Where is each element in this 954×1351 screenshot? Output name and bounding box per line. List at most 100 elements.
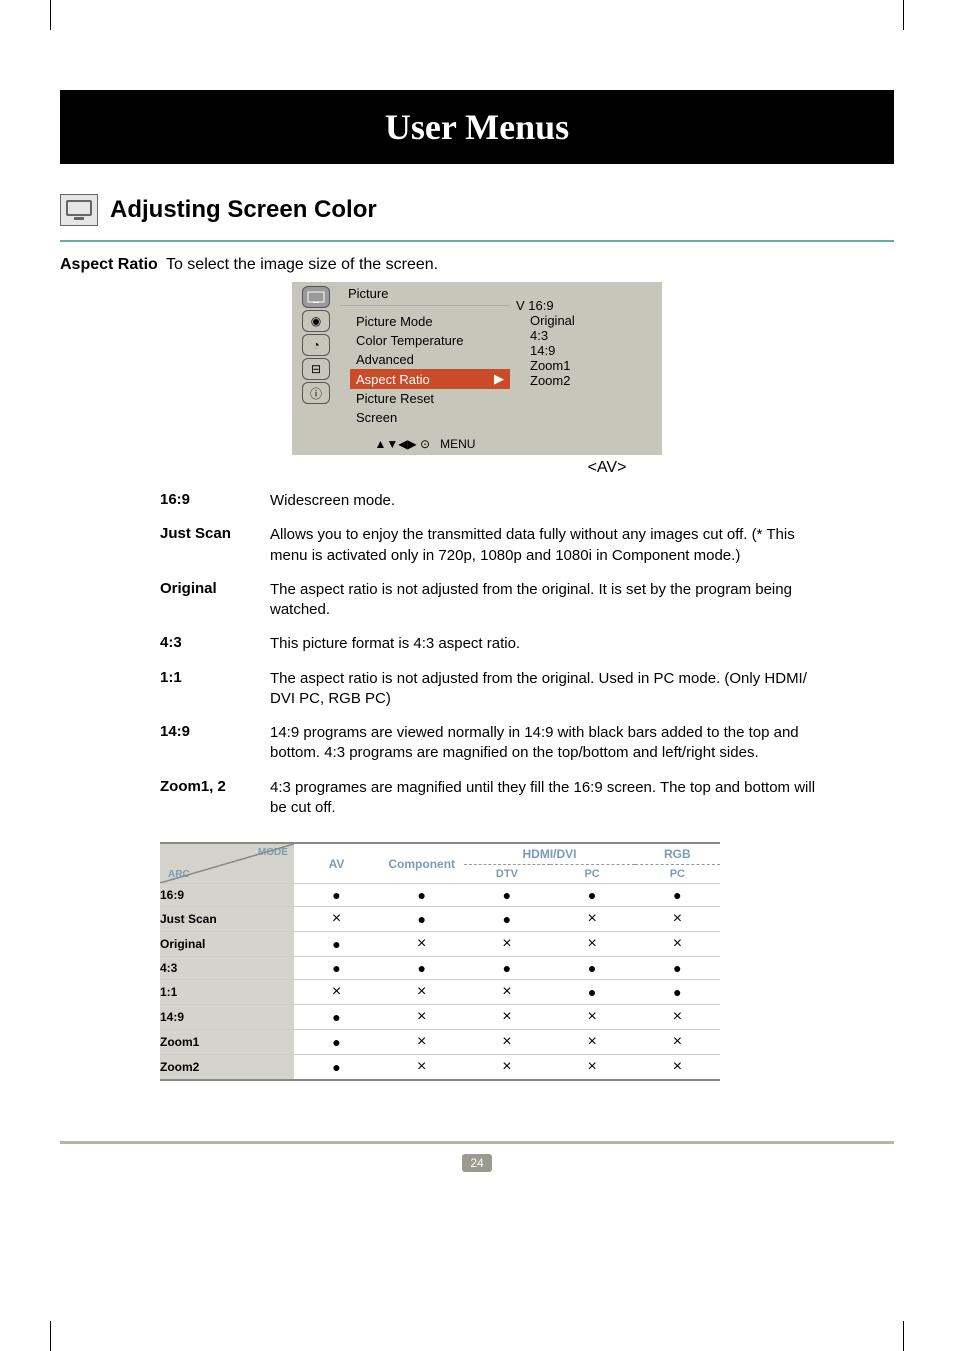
osd-submenu-option[interactable]: Zoom1 [516, 358, 656, 373]
available-icon [464, 907, 549, 932]
unavailable-icon [294, 907, 379, 932]
corner-mode-label: MODE [258, 847, 288, 858]
info-tab-icon[interactable]: ⓘ [302, 382, 330, 404]
table-row: Zoom1 [160, 1030, 720, 1055]
available-icon [294, 932, 379, 957]
desc-key: 14:9 [160, 723, 270, 764]
col-component: Component [379, 843, 464, 884]
desc-row: 14:914:9 programs are viewed normally in… [160, 723, 894, 764]
available-icon [464, 884, 549, 907]
osd-item-picture-reset[interactable]: Picture Reset [350, 389, 510, 408]
page-number: 24 [462, 1154, 492, 1172]
unavailable-icon [379, 1005, 464, 1030]
subcol-rgb-pc: PC [635, 865, 720, 884]
available-icon [379, 957, 464, 980]
check-icon: V [516, 298, 528, 313]
unavailable-icon [550, 1030, 635, 1055]
osd-caption: <AV> [60, 459, 894, 477]
unavailable-icon [635, 1030, 720, 1055]
row-label: 4:3 [160, 957, 294, 980]
table-corner: ARC MODE [160, 843, 294, 884]
row-label: Zoom2 [160, 1055, 294, 1081]
intro-text: To select the image size of the screen. [166, 256, 438, 273]
desc-val: 4:3 programes are magnified until they f… [270, 778, 830, 819]
aspect-ratio-descriptions: 16:9Widescreen mode. Just ScanAllows you… [160, 491, 894, 818]
subcol-dtv: DTV [464, 865, 549, 884]
osd-submenu-option[interactable]: 14:9 [516, 343, 656, 358]
available-icon [379, 884, 464, 907]
available-icon [294, 957, 379, 980]
unavailable-icon [464, 980, 549, 1005]
divider [60, 240, 894, 242]
audio-tab-icon[interactable]: ◉ [302, 310, 330, 332]
unavailable-icon [635, 1055, 720, 1081]
osd-item-picture-mode[interactable]: Picture Mode [350, 312, 510, 331]
row-label: 14:9 [160, 1005, 294, 1030]
osd-item-aspect-ratio[interactable]: Aspect Ratio ▶ [350, 369, 510, 389]
table-row: Zoom2 [160, 1055, 720, 1081]
desc-val: 14:9 programs are viewed normally in 14:… [270, 723, 830, 764]
table-row: 4:3 [160, 957, 720, 980]
available-icon [464, 957, 549, 980]
osd-menu-list: Picture Mode Color Temperature Advanced … [340, 306, 510, 433]
time-tab-icon[interactable]: ◔ [302, 334, 330, 356]
picture-tab-icon[interactable] [302, 286, 330, 308]
intro-label: Aspect Ratio [60, 256, 158, 273]
available-icon [635, 957, 720, 980]
nav-arrows-icon: ▲▼◀▶ ⊙ [375, 437, 431, 451]
available-icon [294, 884, 379, 907]
subcol-pc: PC [550, 865, 635, 884]
osd-item-advanced[interactable]: Advanced [350, 350, 510, 369]
unavailable-icon [464, 1030, 549, 1055]
available-icon [550, 884, 635, 907]
unavailable-icon [550, 932, 635, 957]
unavailable-icon [464, 1005, 549, 1030]
desc-row: 1:1The aspect ratio is not adjusted from… [160, 669, 894, 710]
desc-val: This picture format is 4:3 aspect ratio. [270, 634, 830, 654]
unavailable-icon [635, 932, 720, 957]
osd-submenu-option[interactable]: 4:3 [516, 328, 656, 343]
desc-key: Just Scan [160, 525, 270, 566]
unavailable-icon [550, 1055, 635, 1081]
option-tab-icon[interactable]: ⊟ [302, 358, 330, 380]
osd-item-label: Aspect Ratio [356, 372, 430, 387]
unavailable-icon [550, 1005, 635, 1030]
table-row: Original [160, 932, 720, 957]
desc-row: Zoom1, 24:3 programes are magnified unti… [160, 778, 894, 819]
desc-row: 4:3This picture format is 4:3 aspect rat… [160, 634, 894, 654]
available-icon [550, 980, 635, 1005]
page-title-bar: User Menus [60, 90, 894, 164]
row-label: 16:9 [160, 884, 294, 907]
desc-val: The aspect ratio is not adjusted from th… [270, 580, 830, 621]
osd-item-screen[interactable]: Screen [350, 408, 510, 427]
unavailable-icon [635, 1005, 720, 1030]
osd-submenu-selected[interactable]: V 16:9 [516, 298, 656, 313]
table-row: 14:9 [160, 1005, 720, 1030]
monitor-icon [60, 194, 98, 226]
desc-key: Zoom1, 2 [160, 778, 270, 819]
section-title: Adjusting Screen Color [110, 196, 377, 224]
osd-menu-header: Picture [340, 282, 510, 306]
osd-menu-column: Picture Picture Mode Color Temperature A… [340, 282, 510, 455]
table-row: 1:1 [160, 980, 720, 1005]
unavailable-icon [550, 907, 635, 932]
section-header: Adjusting Screen Color [60, 194, 894, 226]
compatibility-table: ARC MODE AV Component HDMI/DVI RGB DTV P… [160, 842, 720, 1081]
row-label: Original [160, 932, 294, 957]
osd-icon-column: ◉ ◔ ⊟ ⓘ [292, 282, 340, 455]
osd-submenu: V 16:9 Original 4:3 14:9 Zoom1 Zoom2 [510, 282, 662, 455]
osd-submenu-option[interactable]: Zoom2 [516, 373, 656, 388]
row-label: Just Scan [160, 907, 294, 932]
desc-val: The aspect ratio is not adjusted from th… [270, 669, 830, 710]
osd-submenu-option[interactable]: Original [516, 313, 656, 328]
submenu-arrow-icon: ▶ [494, 371, 504, 387]
available-icon [635, 884, 720, 907]
available-icon [294, 1055, 379, 1081]
desc-val: Allows you to enjoy the transmitted data… [270, 525, 830, 566]
unavailable-icon [379, 1055, 464, 1081]
corner-arc-label: ARC [168, 869, 190, 880]
osd-item-color-temperature[interactable]: Color Temperature [350, 331, 510, 350]
unavailable-icon [464, 932, 549, 957]
row-label: 1:1 [160, 980, 294, 1005]
unavailable-icon [635, 907, 720, 932]
